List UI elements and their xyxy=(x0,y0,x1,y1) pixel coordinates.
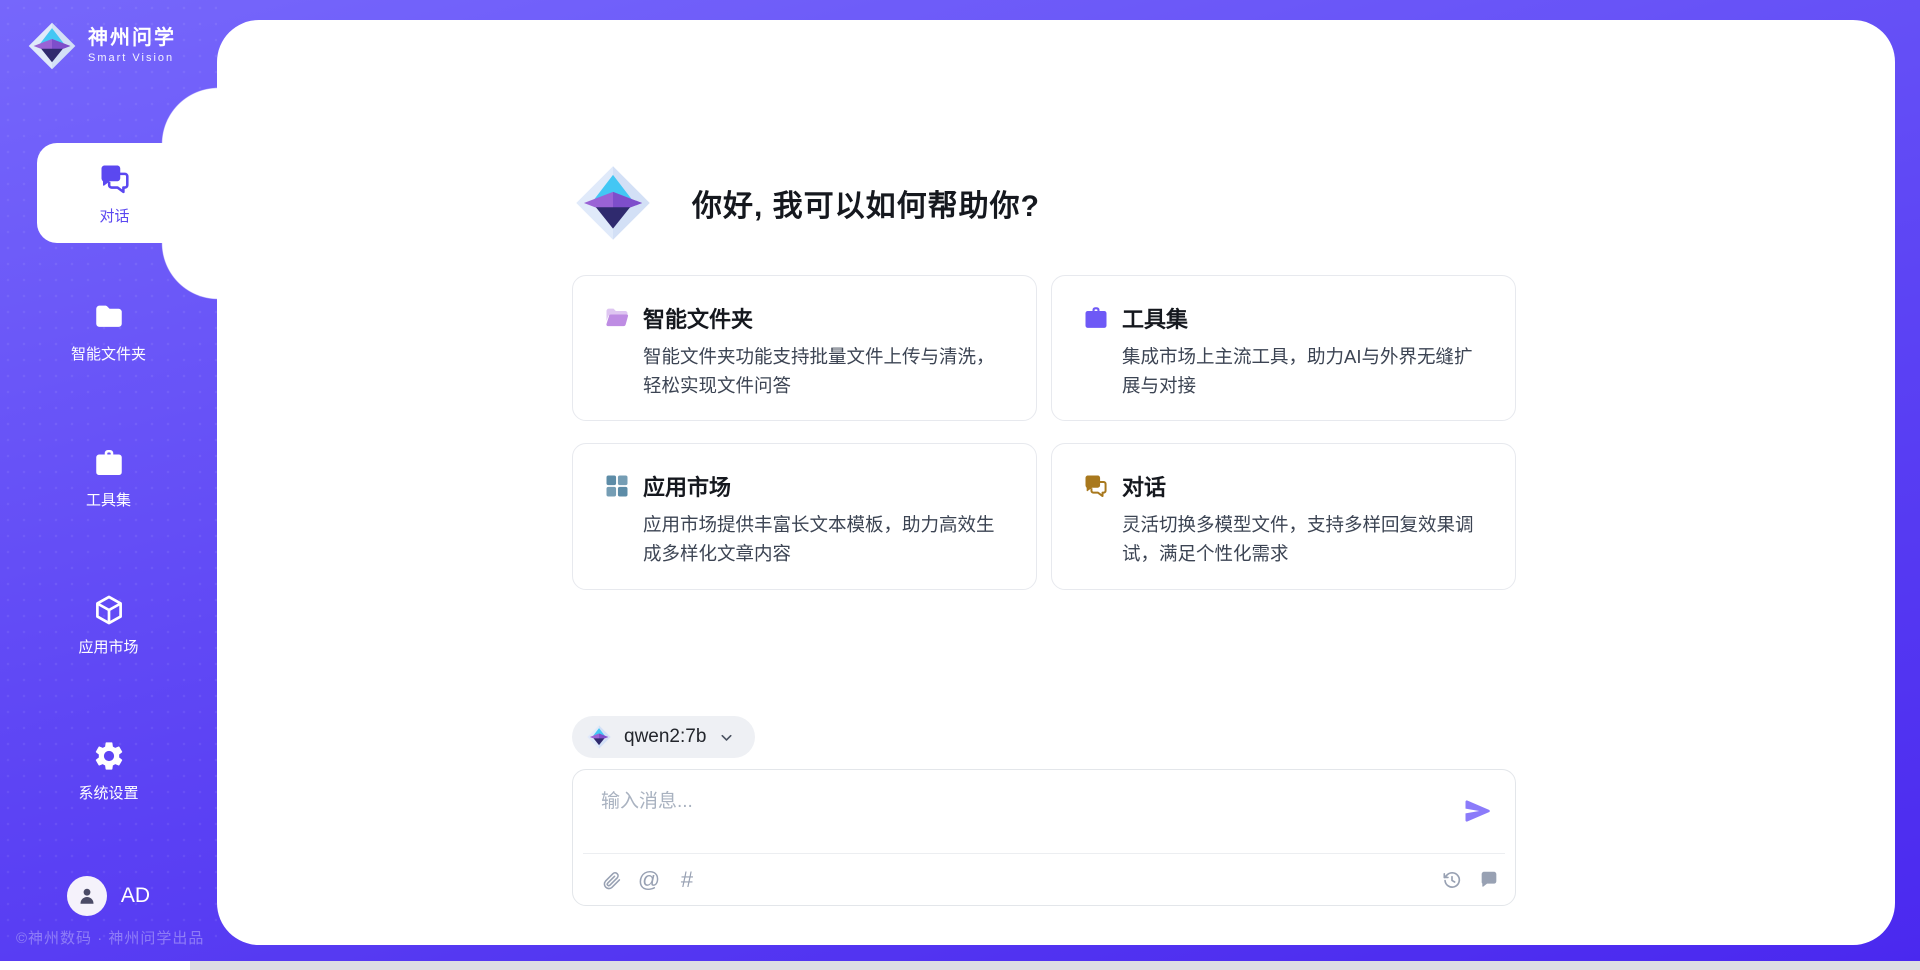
brand-subtitle: Smart Vision xyxy=(88,52,176,65)
avatar xyxy=(67,876,107,916)
copyright-text: ©神州数码 · 神州问学出品 xyxy=(16,927,204,948)
sidebar-item-app-market[interactable]: 应用市场 xyxy=(0,570,217,680)
greeting: 你好, 我可以如何帮助你? xyxy=(572,162,1040,244)
message-input[interactable] xyxy=(601,786,1421,844)
card-description: 集成市场上主流工具，助力AI与外界无缝扩展与对接 xyxy=(1122,343,1487,400)
sidebar-item-label: 工具集 xyxy=(86,489,131,510)
main-panel: 你好, 我可以如何帮助你? 智能文件夹 智能文件夹功能支持批量文件上传与清洗，轻… xyxy=(217,20,1895,945)
cube-icon xyxy=(92,593,126,627)
card-chat[interactable]: 对话 灵活切换多模型文件，支持多样回复效果调试，满足个性化需求 xyxy=(1051,443,1516,589)
attach-button[interactable] xyxy=(599,867,623,893)
diamond-logo-icon xyxy=(572,162,654,244)
diamond-logo-icon xyxy=(26,20,78,72)
active-tab-flare-top xyxy=(161,87,218,144)
sidebar-item-label: 应用市场 xyxy=(78,636,138,657)
card-description: 灵活切换多模型文件，支持多样回复效果调试，满足个性化需求 xyxy=(1122,511,1487,568)
horizontal-scrollbar[interactable] xyxy=(0,961,1920,970)
message-composer: @ # xyxy=(572,769,1516,906)
model-selector[interactable]: qwen2:7b xyxy=(572,716,755,758)
folder-open-icon xyxy=(603,304,631,332)
user-account[interactable]: AD xyxy=(0,872,217,920)
paperclip-icon xyxy=(601,870,622,891)
card-description: 应用市场提供丰富长文本模板，助力高效生成多样化文章内容 xyxy=(643,511,1008,568)
card-description: 智能文件夹功能支持批量文件上传与清洗，轻松实现文件问答 xyxy=(643,343,1008,400)
chat-shortcut-button[interactable] xyxy=(1477,867,1501,893)
send-icon xyxy=(1463,796,1493,826)
card-smart-folder[interactable]: 智能文件夹 智能文件夹功能支持批量文件上传与清洗，轻松实现文件问答 xyxy=(572,275,1037,421)
sidebar-item-settings[interactable]: 系统设置 xyxy=(0,716,217,826)
card-toolset[interactable]: 工具集 集成市场上主流工具，助力AI与外界无缝扩展与对接 xyxy=(1051,275,1516,421)
sidebar-item-label: 系统设置 xyxy=(78,782,138,803)
sidebar-item-label: 智能文件夹 xyxy=(71,343,146,364)
user-name: AD xyxy=(121,884,150,908)
card-app-market[interactable]: 应用市场 应用市场提供丰富长文本模板，助力高效生成多样化文章内容 xyxy=(572,443,1037,589)
model-name: qwen2:7b xyxy=(624,726,706,748)
card-title: 工具集 xyxy=(1122,302,1188,334)
chevron-down-icon xyxy=(718,729,735,746)
grid-icon xyxy=(603,472,631,500)
card-title: 应用市场 xyxy=(643,470,731,502)
history-button[interactable] xyxy=(1440,867,1464,893)
briefcase-icon xyxy=(92,446,126,480)
scrollbar-track xyxy=(190,961,1920,970)
history-icon xyxy=(1441,869,1463,891)
chat-bubble-icon xyxy=(1478,869,1500,891)
gear-icon xyxy=(92,739,126,773)
sidebar-item-chat[interactable]: 对话 xyxy=(37,143,218,243)
card-title: 智能文件夹 xyxy=(643,302,753,334)
brand-logo: 神州问学 Smart Vision xyxy=(26,20,176,72)
sidebar-item-smart-folder[interactable]: 智能文件夹 xyxy=(0,277,217,387)
chat-icon xyxy=(97,161,133,197)
sidebar-item-label: 对话 xyxy=(99,205,129,226)
hash-button[interactable]: # xyxy=(675,867,699,893)
folder-icon xyxy=(92,300,126,334)
person-icon xyxy=(75,884,99,908)
diamond-logo-icon xyxy=(586,724,612,750)
mention-button[interactable]: @ xyxy=(637,867,661,893)
feature-cards: 智能文件夹 智能文件夹功能支持批量文件上传与清洗，轻松实现文件问答 工具集 集成… xyxy=(572,275,1516,590)
greeting-text: 你好, 我可以如何帮助你? xyxy=(692,181,1040,225)
briefcase-icon xyxy=(1082,304,1110,332)
composer-toolbar: @ # xyxy=(599,862,1501,898)
send-button[interactable] xyxy=(1463,796,1493,826)
composer-divider xyxy=(583,853,1505,854)
sidebar-item-toolset[interactable]: 工具集 xyxy=(0,423,217,533)
brand-name: 神州问学 xyxy=(88,27,176,50)
chat-icon xyxy=(1082,472,1110,500)
card-title: 对话 xyxy=(1122,470,1166,502)
